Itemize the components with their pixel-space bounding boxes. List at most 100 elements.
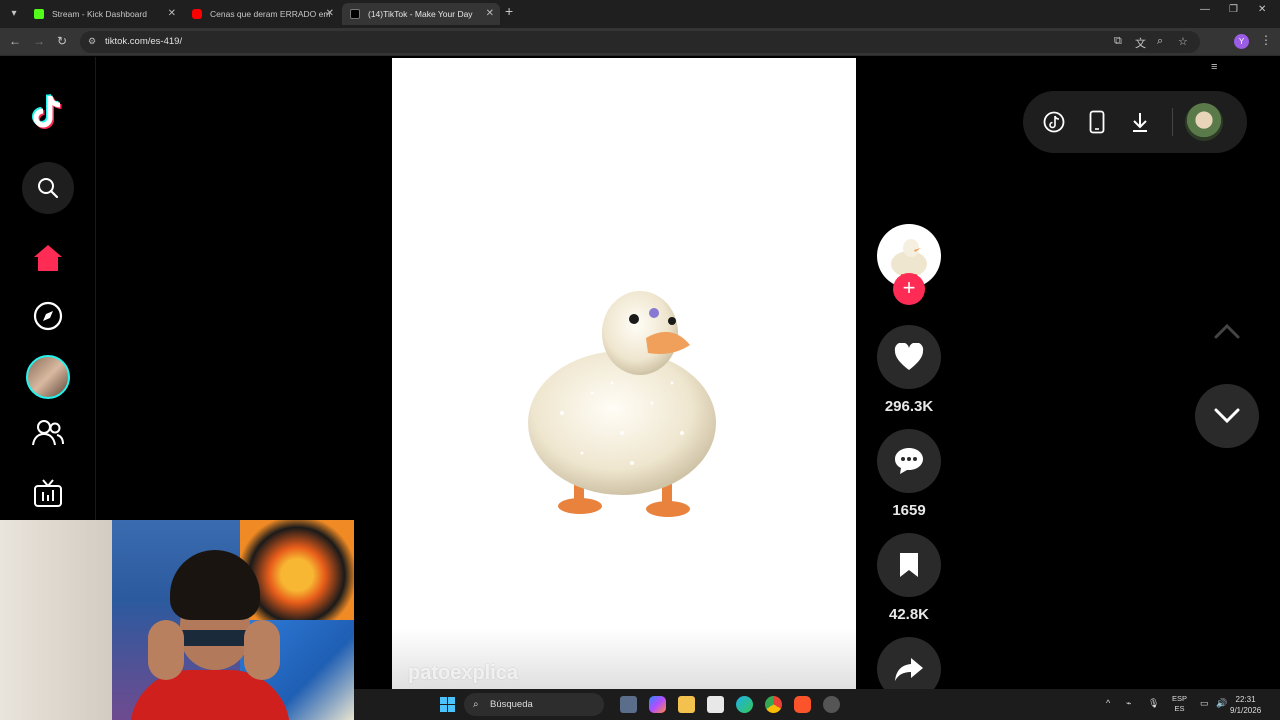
like-count: 296.3K xyxy=(884,398,934,415)
copilot-icon[interactable] xyxy=(649,696,666,713)
user-profile-avatar[interactable] xyxy=(1185,103,1223,141)
zoom-icon[interactable]: ⌕ xyxy=(1157,35,1163,48)
tab-kick-dashboard[interactable]: Stream - Kick Dashboard ✕ xyxy=(26,3,182,25)
search-icon: ⌕ xyxy=(473,699,479,710)
download-icon xyxy=(1133,113,1147,132)
tab-title: Stream - Kick Dashboard xyxy=(52,9,147,19)
explore-button[interactable] xyxy=(22,290,74,342)
friends-button[interactable] xyxy=(22,407,74,459)
heart-icon xyxy=(894,343,924,370)
webcam-streamer xyxy=(130,550,290,720)
live-button[interactable] xyxy=(22,467,74,519)
microsoft-store-icon[interactable] xyxy=(707,696,724,713)
save-button[interactable] xyxy=(877,533,941,597)
taskbar-search-box[interactable]: ⌕ Búsqueda xyxy=(464,693,604,716)
video-watermark: patoexplica xyxy=(408,662,519,684)
share-arrow-icon xyxy=(895,658,923,681)
address-bar[interactable]: ⚙ tiktok.com/es-419/ ⧉ 文 ⌕ ☆ xyxy=(80,31,1200,53)
site-info-icon[interactable]: ⚙ xyxy=(88,36,100,48)
duck-image xyxy=(528,291,716,517)
tab-search-menu-icon[interactable]: ▾ xyxy=(6,6,22,22)
comment-count: 1659 xyxy=(892,502,926,519)
display-icon[interactable]: ▭ xyxy=(1200,698,1209,709)
browser-profile-avatar[interactable]: Y xyxy=(1234,34,1249,49)
home-button[interactable] xyxy=(22,232,74,284)
chevron-down-icon xyxy=(1214,408,1240,424)
save-count: 42.8K xyxy=(888,606,930,623)
streamer-webcam-overlay xyxy=(0,520,354,720)
browser-toolbar: ← → ↻ ⚙ tiktok.com/es-419/ ⧉ 文 ⌕ ☆ ≡ xyxy=(0,28,1280,73)
previous-video-button[interactable] xyxy=(1195,299,1259,363)
webcam-left-hand xyxy=(148,620,184,680)
browser-menu-icon[interactable]: ⋮ xyxy=(1260,33,1272,47)
new-tab-plus-icon[interactable]: + xyxy=(505,3,513,19)
tiktok-video-player[interactable]: patoexplica xyxy=(392,58,856,689)
tab-youtube-video[interactable]: Cenas que deram ERRADO em ✕ xyxy=(184,3,340,25)
comment-bubble-icon xyxy=(895,448,923,474)
taskbar-clock[interactable]: 22:31 9/1/2026 xyxy=(1230,694,1261,716)
keyboard-layout-code: ES xyxy=(1174,704,1185,713)
windows-start-icon[interactable] xyxy=(440,697,455,712)
bookmark-star-icon[interactable]: ☆ xyxy=(1178,35,1188,48)
webcam-right-hand xyxy=(244,620,280,680)
microphone-icon[interactable]: 🎙 xyxy=(1148,698,1159,709)
close-tab-icon[interactable]: ✕ xyxy=(486,3,494,25)
tiktok-favicon-icon xyxy=(350,9,360,19)
live-tv-icon xyxy=(34,479,62,507)
toolbar-divider xyxy=(1172,108,1173,136)
follow-plus-button[interactable]: + xyxy=(893,273,925,305)
forward-arrow-icon[interactable]: → xyxy=(33,34,45,48)
reading-list-icon[interactable]: ≡ xyxy=(1211,61,1217,73)
language-code: ESP xyxy=(1172,694,1188,703)
translate-icon[interactable]: 文 xyxy=(1135,35,1146,51)
top-right-toolbar xyxy=(1023,91,1247,153)
file-explorer-icon[interactable] xyxy=(678,696,695,713)
back-arrow-icon[interactable]: ← xyxy=(9,34,21,48)
compass-icon xyxy=(33,301,63,331)
clock-time: 22:31 xyxy=(1235,695,1256,704)
search-button[interactable] xyxy=(22,162,74,214)
volume-icon[interactable]: 🔊 xyxy=(1216,698,1227,709)
show-hidden-icons-chevron-icon[interactable]: ^ xyxy=(1106,698,1110,708)
restore-window-icon[interactable]: ❐ xyxy=(1229,4,1238,15)
network-icon[interactable]: ⌁ xyxy=(1126,698,1131,709)
clock-date: 9/1/2026 xyxy=(1230,706,1262,715)
minimize-window-icon[interactable]: — xyxy=(1200,4,1210,15)
like-button[interactable] xyxy=(877,325,941,389)
search-icon xyxy=(38,178,59,199)
youtube-favicon-icon xyxy=(192,9,202,19)
tab-title: (14)TikTok - Make Your Day xyxy=(368,9,473,19)
webcam-hair xyxy=(170,550,260,620)
get-coins-button[interactable] xyxy=(1042,110,1066,134)
keyboard-language-indicator[interactable]: ESP ES xyxy=(1172,694,1187,714)
following-profile-avatar[interactable] xyxy=(26,355,70,399)
kick-favicon-icon xyxy=(34,9,44,19)
bookmark-icon xyxy=(900,553,918,577)
download-button[interactable] xyxy=(1128,110,1152,134)
tab-tiktok[interactable]: (14)TikTok - Make Your Day ✕ xyxy=(342,3,500,25)
chrome-browser-icon[interactable] xyxy=(765,696,782,713)
install-app-icon[interactable]: ⧉ xyxy=(1114,35,1122,48)
comment-button[interactable] xyxy=(877,429,941,493)
windows-taskbar: ⌕ Búsqueda ^ ⌁ 🎙 ESP ES ▭ 🔊 22:31 9/1/20… xyxy=(354,689,1280,720)
close-tab-icon[interactable]: ✕ xyxy=(326,3,334,25)
reload-icon[interactable]: ↻ xyxy=(57,34,67,48)
get-app-button[interactable] xyxy=(1085,110,1109,134)
home-icon xyxy=(34,245,62,271)
brave-browser-icon[interactable] xyxy=(794,696,811,713)
app-settings-icon[interactable] xyxy=(823,696,840,713)
edge-browser-icon[interactable] xyxy=(736,696,753,713)
next-video-button[interactable] xyxy=(1195,384,1259,448)
browser-tabstrip: ▾ Stream - Kick Dashboard ✕ Cenas que de… xyxy=(0,0,1280,28)
webcam-wall xyxy=(0,520,115,720)
chevron-up-icon xyxy=(1214,323,1240,339)
task-view-icon[interactable] xyxy=(620,696,637,713)
webcam-glasses xyxy=(174,630,254,646)
close-tab-icon[interactable]: ✕ xyxy=(168,3,176,25)
address-url[interactable]: tiktok.com/es-419/ xyxy=(105,36,182,47)
close-window-icon[interactable]: ✕ xyxy=(1258,4,1266,15)
tab-title: Cenas que deram ERRADO em xyxy=(210,9,331,19)
taskbar-search-label: Búsqueda xyxy=(490,699,533,710)
friends-icon xyxy=(32,420,64,446)
tiktok-logo-icon[interactable] xyxy=(30,92,66,132)
